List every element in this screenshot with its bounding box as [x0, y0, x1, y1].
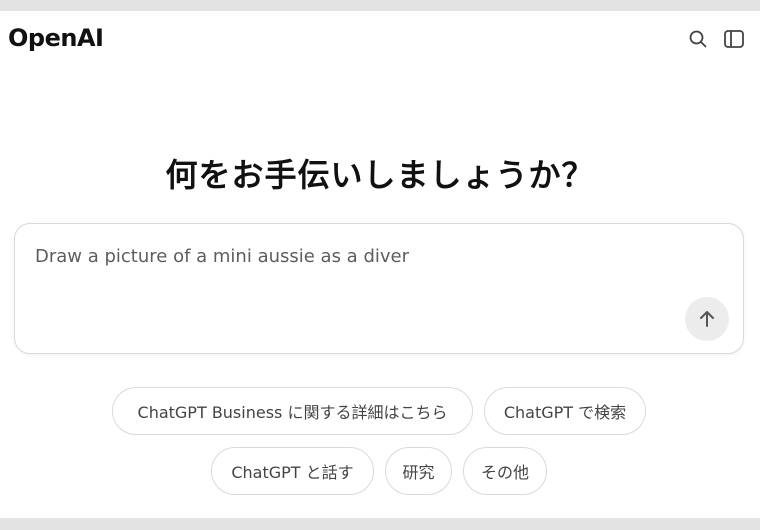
composer: [14, 223, 744, 354]
search-icon: [689, 30, 707, 48]
suggestion-chip-more[interactable]: その他: [463, 447, 547, 495]
suggestion-chip-search[interactable]: ChatGPT で検索: [484, 387, 646, 435]
prompt-input[interactable]: [35, 246, 675, 267]
page: OpenAI 何をお手伝いしましょうか？ ChatGPT Business に関…: [0, 11, 760, 518]
header: OpenAI: [0, 11, 760, 71]
suggestion-chip-research[interactable]: 研究: [385, 447, 452, 495]
openai-logo[interactable]: OpenAI: [8, 24, 104, 52]
sidebar-toggle-icon: [724, 30, 744, 48]
send-button[interactable]: [685, 297, 729, 341]
page-title: 何をお手伝いしましょうか？: [165, 156, 595, 194]
sidebar-toggle-button[interactable]: [722, 27, 746, 51]
arrow-up-icon: [700, 311, 714, 327]
search-button[interactable]: [686, 27, 710, 51]
suggestion-chip-business[interactable]: ChatGPT Business に関する詳細はこちら: [112, 387, 473, 435]
suggestion-chip-talk[interactable]: ChatGPT と話す: [211, 447, 374, 495]
